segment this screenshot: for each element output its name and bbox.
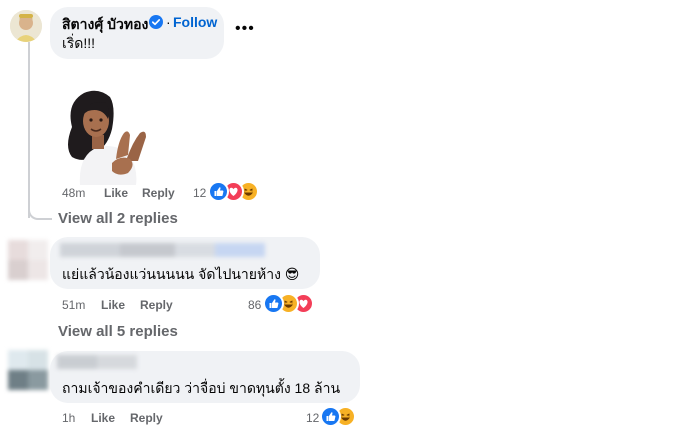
reaction-count[interactable]: 86: [248, 298, 261, 312]
comment-timestamp[interactable]: 1h: [62, 411, 75, 425]
view-replies-link[interactable]: View all 5 replies: [58, 323, 178, 340]
comment-text: เริ่ด!!!: [62, 35, 96, 51]
comment-text: แย่แล้วน้องแว่นนนนน จัดไปนายห้าง 😎: [62, 266, 300, 282]
avatar[interactable]: [8, 240, 48, 280]
reply-button-label: Reply: [140, 298, 173, 312]
reply-button-label: Reply: [130, 411, 163, 425]
more-options-icon[interactable]: •••: [235, 20, 255, 38]
like-reaction-icon: [320, 406, 341, 427]
comment-text: ถามเจ้าของคำเดียว ว่าจื่อบ่ ขาดทุนตั้ง 1…: [62, 380, 341, 396]
comment-timestamp[interactable]: 51m: [62, 298, 85, 312]
like-reaction-icon: [263, 293, 284, 314]
thread-line: [28, 42, 30, 218]
reactions-summary[interactable]: [263, 293, 319, 314]
avatar[interactable]: [8, 350, 48, 390]
like-button-label: Like: [101, 298, 126, 312]
reactions-summary[interactable]: [320, 406, 360, 427]
dot-separator: ·: [166, 14, 171, 30]
view-replies-link[interactable]: View all 2 replies: [58, 210, 178, 227]
like-button[interactable]: Like: [91, 411, 115, 425]
reply-button[interactable]: Reply: [140, 298, 173, 312]
reaction-count[interactable]: 12: [306, 411, 319, 425]
avatar-image: [10, 10, 42, 42]
avatar[interactable]: [10, 10, 42, 42]
like-reaction-icon: [208, 181, 229, 202]
avatar-sticker-image: [58, 85, 156, 185]
like-button-label: Like: [104, 186, 129, 200]
reply-button[interactable]: Reply: [130, 411, 163, 425]
verified-badge-icon: [149, 15, 163, 29]
like-button-label: Like: [91, 411, 116, 425]
blurred-author-name[interactable]: [57, 355, 137, 369]
reaction-count[interactable]: 12: [193, 186, 206, 200]
reactions-summary[interactable]: [208, 181, 264, 202]
reply-button-label: Reply: [142, 186, 175, 200]
blurred-author-name[interactable]: [60, 243, 265, 257]
follow-button[interactable]: Follow: [173, 14, 217, 30]
comment-timestamp[interactable]: 48m: [62, 186, 85, 200]
like-button[interactable]: Like: [101, 298, 125, 312]
like-button[interactable]: Like: [104, 186, 128, 200]
thread-curve: [28, 200, 52, 220]
reply-button[interactable]: Reply: [142, 186, 175, 200]
